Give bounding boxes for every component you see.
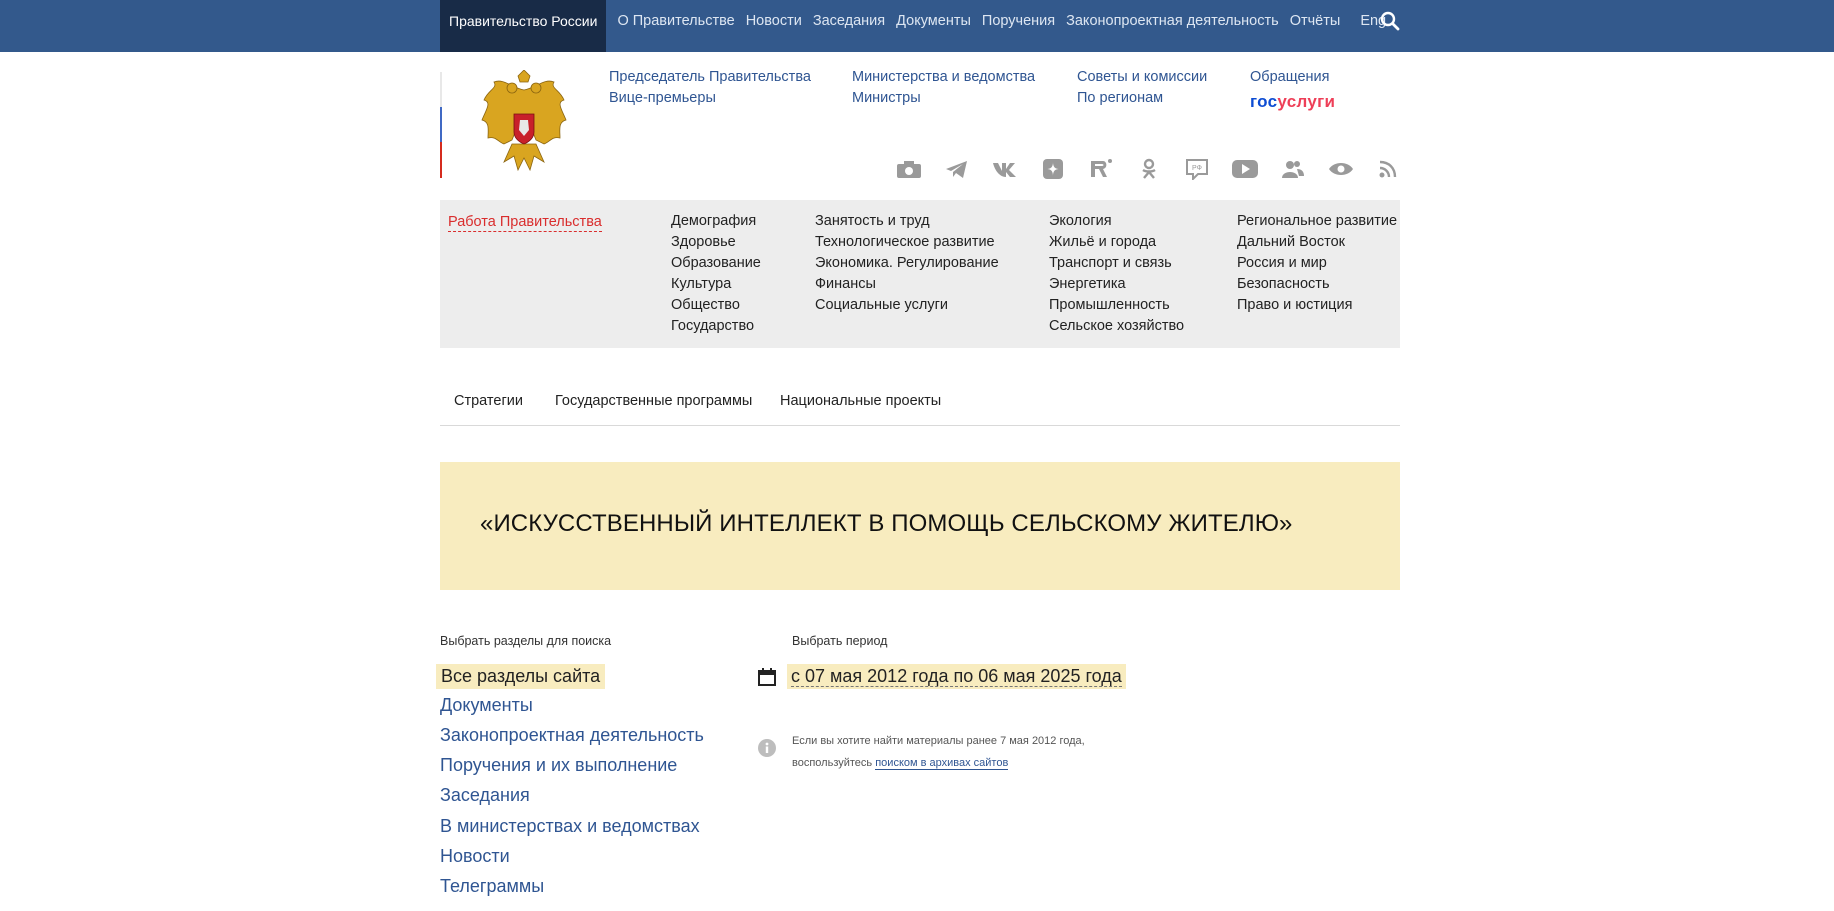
category-link[interactable]: Энергетика: [1049, 274, 1184, 295]
category-link[interactable]: Государство: [671, 316, 761, 337]
category-link[interactable]: Образование: [671, 253, 761, 274]
category-link[interactable]: Занятость и труд: [815, 211, 999, 232]
eye-icon[interactable]: [1328, 158, 1376, 182]
users-icon[interactable]: [1280, 158, 1328, 182]
section-telegrams[interactable]: Телеграммы: [440, 876, 544, 897]
section-documents[interactable]: Документы: [440, 695, 533, 716]
tab-national-projects[interactable]: Национальные проекты: [780, 393, 941, 409]
gosuslugi-logo[interactable]: госуслуги: [1250, 92, 1335, 112]
period-label: Выбрать период: [792, 634, 888, 648]
calendar-icon[interactable]: [758, 668, 776, 686]
category-column-3: Экология Жильё и города Транспорт и связ…: [1049, 211, 1184, 337]
period-value: с 07 мая 2012 года по 06 мая 2025 года: [791, 666, 1122, 687]
category-link[interactable]: Дальний Восток: [1237, 232, 1397, 253]
category-link[interactable]: Сельское хозяйство: [1049, 316, 1184, 337]
nav-reports[interactable]: Отчёты: [1290, 0, 1341, 52]
link-ministries[interactable]: Министерства и ведомства: [852, 69, 1035, 85]
dzen-icon[interactable]: [1040, 158, 1088, 182]
top-navigation: Правительство России О Правительстве Нов…: [440, 0, 1386, 52]
category-column-2: Занятость и труд Технологическое развити…: [815, 211, 999, 316]
nav-about[interactable]: О Правительстве: [617, 0, 734, 52]
section-instructions[interactable]: Поручения и их выполнение: [440, 755, 677, 776]
archive-search-link[interactable]: поиском в архивах сайтов: [875, 757, 1009, 770]
section-news[interactable]: Новости: [440, 846, 510, 867]
sections-label: Выбрать разделы для поиска: [440, 634, 612, 648]
category-column-4: Региональное развитие Дальний Восток Рос…: [1237, 211, 1397, 316]
link-government-work[interactable]: Работа Правительства: [448, 213, 602, 232]
section-all[interactable]: Все разделы сайта: [436, 664, 606, 689]
category-link[interactable]: Промышленность: [1049, 295, 1184, 316]
coat-of-arms-logo[interactable]: [474, 70, 574, 178]
telegram-icon[interactable]: [944, 158, 992, 182]
social-links: РФ: [896, 158, 1424, 182]
rutube-icon[interactable]: [1088, 158, 1136, 182]
archive-note: Если вы хотите найти материалы ранее 7 м…: [792, 730, 1132, 774]
info-icon: [758, 739, 776, 757]
section-legislation[interactable]: Законопроектная деятельность: [440, 725, 704, 746]
note-text-1: Если вы хотите найти материалы ранее 7 м…: [792, 735, 1085, 747]
svg-text:РФ: РФ: [1192, 165, 1202, 172]
category-column-1: Демография Здоровье Образование Культура…: [671, 211, 761, 337]
category-link[interactable]: Россия и мир: [1237, 253, 1397, 274]
nav-legislation[interactable]: Законопроектная деятельность: [1066, 0, 1279, 52]
category-link[interactable]: Технологическое развитие: [815, 232, 999, 253]
tab-strategies[interactable]: Стратегии: [454, 393, 523, 409]
youtube-icon[interactable]: [1232, 158, 1280, 182]
gosuslugi-part-1: гос: [1250, 92, 1278, 111]
category-link[interactable]: Экология: [1049, 211, 1184, 232]
page-title: «ИСКУССТВЕННЫЙ ИНТЕЛЛЕКТ В ПОМОЩЬ СЕЛЬСК…: [480, 510, 1293, 537]
category-link[interactable]: Демография: [671, 211, 761, 232]
flag-stripe: [440, 72, 442, 178]
rss-icon[interactable]: [1376, 158, 1424, 182]
link-regions[interactable]: По регионам: [1077, 90, 1163, 106]
category-link[interactable]: Транспорт и связь: [1049, 253, 1184, 274]
section-ministries[interactable]: В министерствах и ведомствах: [440, 816, 700, 837]
category-link[interactable]: Безопасность: [1237, 274, 1397, 295]
nav-instructions[interactable]: Поручения: [982, 0, 1055, 52]
category-link[interactable]: Культура: [671, 274, 761, 295]
link-ministers[interactable]: Министры: [852, 90, 921, 106]
rf-icon[interactable]: РФ: [1184, 158, 1232, 182]
category-link[interactable]: Жильё и города: [1049, 232, 1184, 253]
tab-state-programs[interactable]: Государственные программы: [555, 393, 752, 409]
link-appeals[interactable]: Обращения: [1250, 69, 1330, 85]
nav-news[interactable]: Новости: [746, 0, 802, 52]
nav-documents[interactable]: Документы: [896, 0, 971, 52]
camera-icon[interactable]: [896, 158, 944, 182]
nav-brand-government[interactable]: Правительство России: [440, 0, 607, 52]
category-link[interactable]: Региональное развитие: [1237, 211, 1397, 232]
category-link[interactable]: Экономика. Регулирование: [815, 253, 999, 274]
category-link[interactable]: Общество: [671, 295, 761, 316]
category-link[interactable]: Право и юстиция: [1237, 295, 1397, 316]
gosuslugi-part-2: услуги: [1277, 92, 1336, 111]
category-link[interactable]: Финансы: [815, 274, 999, 295]
link-vice-premiers[interactable]: Вице-премьеры: [609, 90, 716, 106]
category-link[interactable]: Социальные услуги: [815, 295, 999, 316]
search-icon[interactable]: [1380, 11, 1400, 31]
vk-icon[interactable]: [992, 158, 1040, 182]
section-meetings[interactable]: Заседания: [440, 785, 530, 806]
note-text-2: воспользуйтесь: [792, 757, 876, 769]
link-councils[interactable]: Советы и комиссии: [1077, 69, 1207, 85]
link-chairman[interactable]: Председатель Правительства: [609, 69, 811, 85]
section-tabs: Стратегии Государственные программы Наци…: [440, 380, 1400, 426]
odnoklassniki-icon[interactable]: [1136, 158, 1184, 182]
nav-meetings[interactable]: Заседания: [813, 0, 885, 52]
period-selector[interactable]: с 07 мая 2012 года по 06 мая 2025 года: [787, 664, 1126, 689]
category-link[interactable]: Здоровье: [671, 232, 761, 253]
